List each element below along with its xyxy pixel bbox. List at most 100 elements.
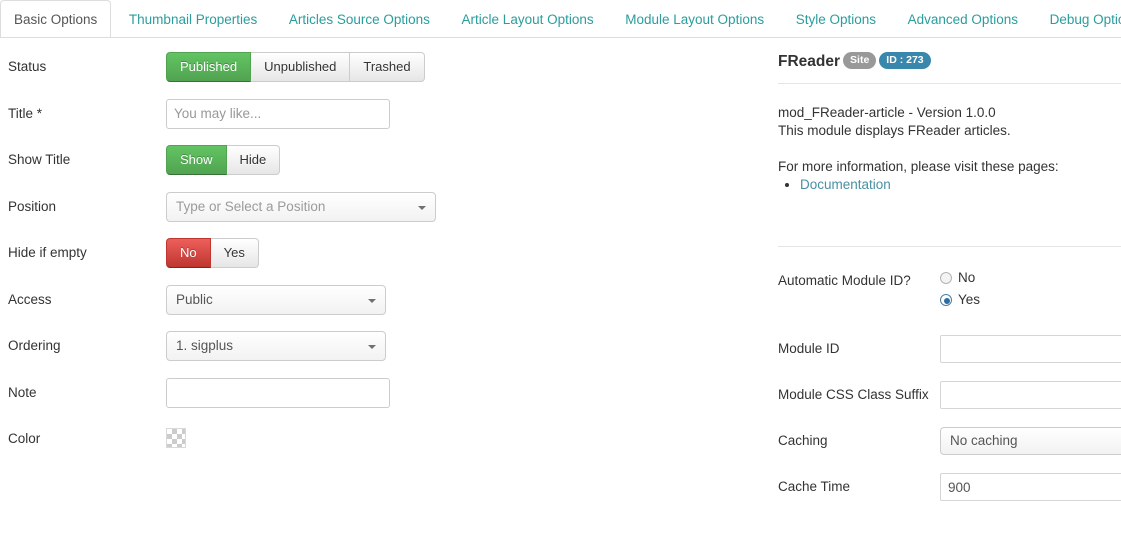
field-row-automatic-module-id: Automatic Module ID? No Yes [770, 267, 1121, 335]
title-control [166, 99, 390, 129]
css-suffix-input[interactable] [940, 381, 1121, 409]
tab-thumbnail-properties[interactable]: Thumbnail Properties [115, 0, 271, 38]
automatic-module-id-no-label: No [958, 270, 975, 285]
tab-style-options[interactable]: Style Options [782, 0, 890, 38]
field-row-hide-if-empty: Hide if empty No Yes [0, 238, 745, 285]
module-description-line: This module displays FReader articles. [778, 122, 1121, 140]
field-row-color: Color [0, 424, 745, 471]
automatic-module-id-control: No Yes [940, 267, 980, 311]
title-input[interactable] [166, 99, 390, 129]
css-suffix-label: Module CSS Class Suffix [778, 381, 929, 409]
cache-time-input[interactable] [940, 473, 1121, 501]
module-id-input[interactable] [940, 335, 1121, 363]
automatic-module-id-yes-option[interactable]: Yes [940, 289, 980, 311]
chevron-down-icon [368, 299, 376, 303]
show-title-hide-button[interactable]: Hide [227, 145, 281, 175]
access-select[interactable]: Public [166, 285, 386, 315]
show-title-button-group: Show Hide [166, 145, 280, 175]
hide-if-empty-label: Hide if empty [8, 238, 87, 268]
caching-select-value: No caching [950, 433, 1018, 448]
ordering-select[interactable]: 1. sigplus [166, 331, 386, 361]
color-swatch-button[interactable] [166, 428, 186, 448]
panel-gap [770, 247, 1121, 267]
show-title-control: Show Hide [166, 145, 280, 175]
tab-article-layout-options[interactable]: Article Layout Options [448, 0, 608, 38]
description-spacer [778, 140, 1121, 158]
chevron-down-icon [418, 206, 426, 210]
position-control: Type or Select a Position [166, 192, 436, 225]
field-row-show-title: Show Title Show Hide [0, 145, 745, 192]
field-row-ordering: Ordering 1. sigplus [0, 331, 745, 378]
tab-advanced-options[interactable]: Advanced Options [894, 0, 1032, 38]
status-trashed-button[interactable]: Trashed [350, 52, 424, 82]
list-item: Documentation [800, 176, 1121, 194]
tab-debug-options[interactable]: Debug Options [1036, 0, 1121, 38]
module-info-panel: FReaderSiteID : 273 mod_FReader-article … [745, 38, 1121, 558]
status-unpublished-button[interactable]: Unpublished [251, 52, 350, 82]
chevron-down-icon [368, 345, 376, 349]
module-description: mod_FReader-article - Version 1.0.0 This… [778, 104, 1121, 194]
css-suffix-control [940, 381, 1121, 409]
status-button-group: Published Unpublished Trashed [166, 52, 425, 82]
documentation-link[interactable]: Documentation [800, 177, 891, 192]
module-id-control [940, 335, 1121, 363]
module-info-line: For more information, please visit these… [778, 158, 1121, 176]
access-select-value: Public [176, 292, 213, 307]
note-input[interactable] [166, 378, 390, 408]
position-label: Position [8, 192, 56, 222]
module-name: FReader [778, 53, 840, 70]
automatic-module-id-yes-label: Yes [958, 292, 980, 307]
basic-options-form: Status Published Unpublished Trashed Tit… [0, 38, 745, 471]
module-version-line: mod_FReader-article - Version 1.0.0 [778, 104, 1121, 122]
status-control: Published Unpublished Trashed [166, 52, 425, 82]
radio-checked-icon[interactable] [940, 294, 952, 306]
show-title-label: Show Title [8, 145, 70, 175]
site-badge: Site [843, 52, 876, 69]
field-row-css-suffix: Module CSS Class Suffix [770, 381, 1121, 427]
field-row-cache-time: Cache Time [770, 473, 1121, 519]
options-content: Status Published Unpublished Trashed Tit… [0, 38, 1121, 558]
cache-time-label: Cache Time [778, 473, 850, 501]
ordering-control: 1. sigplus [166, 331, 386, 364]
caching-label: Caching [778, 427, 828, 455]
field-row-status: Status Published Unpublished Trashed [0, 52, 745, 99]
color-control [166, 424, 186, 448]
tab-articles-source-options[interactable]: Articles Source Options [275, 0, 444, 38]
field-row-title: Title * [0, 99, 745, 146]
position-select[interactable]: Type or Select a Position [166, 192, 436, 222]
hide-if-empty-control: No Yes [166, 238, 259, 268]
automatic-module-id-label: Automatic Module ID? [778, 267, 911, 295]
radio-unchecked-icon[interactable] [940, 272, 952, 284]
title-label: Title * [8, 99, 42, 129]
color-label: Color [8, 424, 40, 454]
field-row-module-id: Module ID [770, 335, 1121, 381]
ordering-label: Ordering [8, 331, 61, 361]
cache-time-control [940, 473, 1121, 501]
module-title-row: FReaderSiteID : 273 [778, 52, 1121, 71]
hide-if-empty-no-button[interactable]: No [166, 238, 211, 268]
tab-basic-options[interactable]: Basic Options [0, 0, 111, 38]
access-label: Access [8, 285, 52, 315]
module-links-list: Documentation [778, 176, 1121, 194]
caching-select[interactable]: No caching [940, 427, 1121, 455]
field-row-note: Note [0, 378, 745, 425]
tab-module-layout-options[interactable]: Module Layout Options [611, 0, 778, 38]
caching-control: No caching [940, 427, 1121, 458]
show-title-show-button[interactable]: Show [166, 145, 227, 175]
divider-top [778, 83, 1121, 84]
access-control: Public [166, 285, 386, 318]
ordering-select-value: 1. sigplus [176, 338, 233, 353]
status-label: Status [8, 52, 46, 82]
field-row-caching: Caching No caching [770, 427, 1121, 473]
hide-if-empty-yes-button[interactable]: Yes [211, 238, 259, 268]
module-id-label: Module ID [778, 335, 840, 363]
module-id-badge: ID : 273 [879, 52, 930, 69]
field-row-access: Access Public [0, 285, 745, 332]
field-row-position: Position Type or Select a Position [0, 192, 745, 239]
note-control [166, 378, 390, 408]
automatic-module-id-no-option[interactable]: No [940, 267, 980, 289]
position-select-value: Type or Select a Position [176, 199, 325, 214]
hide-if-empty-button-group: No Yes [166, 238, 259, 268]
options-tab-bar: Basic Options Thumbnail Properties Artic… [0, 0, 1121, 38]
status-published-button[interactable]: Published [166, 52, 251, 82]
